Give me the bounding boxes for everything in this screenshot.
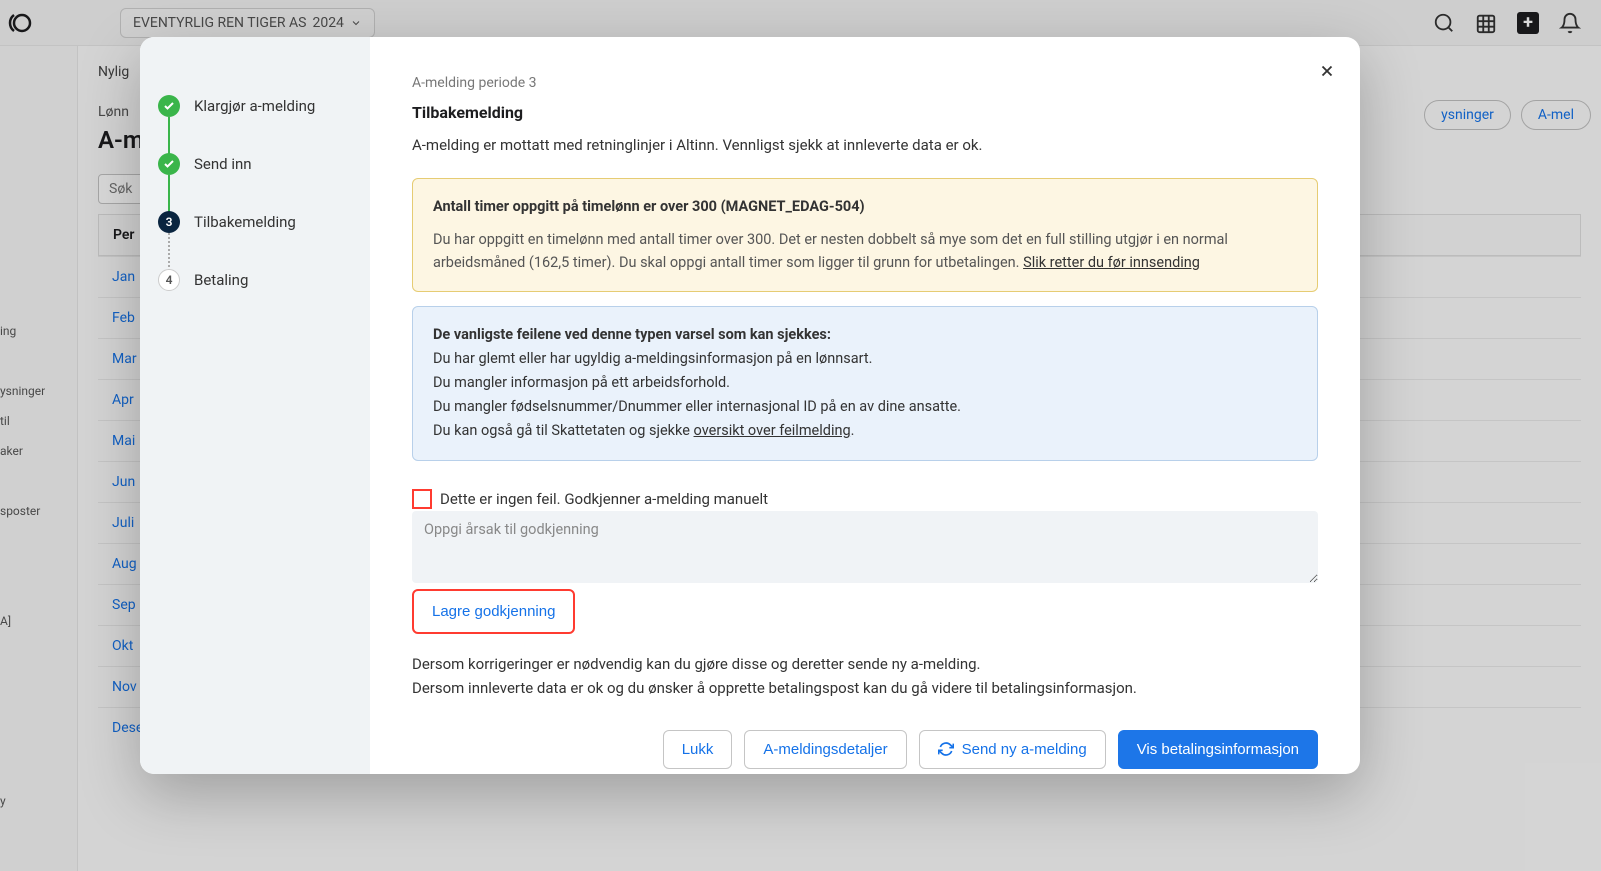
close-icon (1318, 62, 1336, 80)
resend-button[interactable]: Send ny a-melding (919, 730, 1106, 769)
step-label: Betaling (194, 271, 248, 289)
info-line: Du har glemt eller har ugyldig a-melding… (433, 347, 1297, 370)
manual-approve-row: Dette er ingen feil. Godkjenner a-meldin… (412, 489, 1318, 509)
save-approval-button[interactable]: Lagre godkjenning (416, 593, 571, 630)
info-link[interactable]: oversikt over feilmelding (694, 422, 851, 439)
refresh-icon (938, 741, 954, 757)
info-line: Du kan også gå til Skattetaten og sjekke… (433, 419, 1297, 442)
step-label: Klargjør a-melding (194, 97, 315, 115)
close-modal-button[interactable]: Lukk (663, 730, 733, 769)
info-line: Du mangler fødselsnummer/Dnummer eller i… (433, 395, 1297, 418)
a-melding-modal: Klargjør a-melding Send inn 3 Tilbakemel… (140, 37, 1360, 774)
modal-title: Tilbakemelding (412, 103, 1318, 122)
step-item-2: Send inn (158, 153, 352, 211)
warning-body: Du har oppgitt en timelønn med antall ti… (433, 228, 1297, 274)
info-line: Du mangler informasjon på ett arbeidsfor… (433, 371, 1297, 394)
approval-reason-input[interactable] (412, 511, 1318, 583)
close-button[interactable] (1318, 61, 1336, 85)
save-button-highlight: Lagre godkjenning (412, 589, 575, 634)
details-button[interactable]: A-meldingsdetaljer (744, 730, 906, 769)
step-item-1: Klargjør a-melding (158, 95, 352, 153)
step-future-icon: 4 (158, 269, 180, 291)
info-alert: De vanligste feilene ved denne typen var… (412, 306, 1318, 461)
warning-link[interactable]: Slik retter du før innsending (1023, 254, 1200, 271)
modal-kicker: A-melding periode 3 (412, 75, 1318, 91)
modal-main: A-melding periode 3 Tilbakemelding A-mel… (370, 37, 1360, 774)
warning-alert: Antall timer oppgitt på timelønn er over… (412, 178, 1318, 292)
payment-info-button[interactable]: Vis betalingsinformasjon (1118, 730, 1318, 769)
modal-intro: A-melding er mottatt med retninglinjer i… (412, 136, 1318, 154)
manual-approve-label: Dette er ingen feil. Godkjenner a-meldin… (440, 490, 768, 508)
warning-title: Antall timer oppgitt på timelønn er over… (433, 195, 1297, 218)
step-done-icon (158, 153, 180, 175)
step-done-icon (158, 95, 180, 117)
step-label: Send inn (194, 155, 252, 173)
step-item-4: 4 Betaling (158, 269, 352, 291)
info-title: De vanligste feilene ved denne typen var… (433, 323, 1297, 346)
manual-approve-checkbox[interactable] (412, 489, 432, 509)
step-item-3: 3 Tilbakemelding (158, 211, 352, 269)
modal-step-sidebar: Klargjør a-melding Send inn 3 Tilbakemel… (140, 37, 370, 774)
step-current-icon: 3 (158, 211, 180, 233)
modal-notes: Dersom korrigeringer er nødvendig kan du… (412, 652, 1318, 700)
step-label: Tilbakemelding (194, 213, 296, 231)
modal-footer: Lukk A-meldingsdetaljer Send ny a-meldin… (412, 730, 1318, 769)
